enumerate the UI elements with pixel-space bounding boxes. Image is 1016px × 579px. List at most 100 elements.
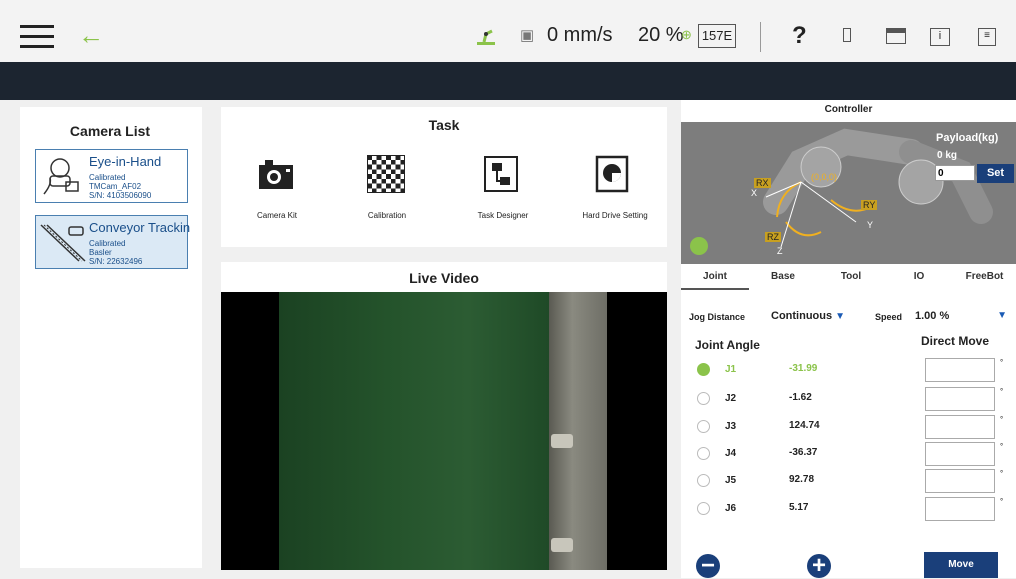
joint-row-j1: J1 -31.99 ° — [697, 358, 1007, 382]
speed-label: Speed — [875, 312, 903, 322]
task-task-designer[interactable]: Task Designer — [478, 155, 528, 220]
camera-model: TMCam_AF02 — [89, 182, 142, 191]
set-button[interactable]: Set — [977, 164, 1014, 183]
project-code-badge[interactable]: 157E — [698, 24, 736, 48]
payload-input[interactable] — [935, 165, 975, 181]
joint-row-j2: J2 -1.62 ° — [697, 387, 1007, 411]
rz-label: RZ — [765, 232, 781, 242]
task-calibration[interactable]: Calibration — [366, 154, 406, 220]
joint-name: J3 — [725, 421, 737, 432]
dropdown-arrow-icon: ▼ — [997, 310, 1007, 321]
live-video-title: Live Video — [409, 270, 479, 286]
notes-icon[interactable]: ≡ — [978, 28, 996, 46]
speed-dropdown[interactable]: 1.00 % ▼ — [915, 307, 1007, 325]
camera-model: Basler — [89, 248, 112, 257]
flowchart-icon — [484, 156, 518, 192]
joint-radio[interactable] — [697, 420, 710, 433]
degree-symbol: ° — [1000, 497, 1004, 506]
task-panel: Task Camera Kit Calibration Task Designe… — [221, 107, 667, 247]
hard-drive-icon — [595, 155, 629, 193]
joint-radio[interactable] — [697, 363, 710, 376]
tab-io[interactable]: IO — [885, 264, 953, 290]
camera-card-eye-in-hand[interactable]: Eye-in-Hand Calibrated TMCam_AF02 S/N: 4… — [35, 149, 188, 203]
degree-symbol: ° — [1000, 387, 1004, 396]
degree-symbol: ° — [1000, 415, 1004, 424]
robot-visualization[interactable]: RX RY RZ X Y Z (0,0,0) Payload(kg) 0 kg … — [681, 122, 1016, 264]
joint-radio[interactable] — [697, 392, 710, 405]
joint-value: 5.17 — [789, 502, 809, 513]
top-toolbar: ← ▣ 0 mm/s 20 % ⊕ 157E ? i ≡ — [0, 0, 1016, 62]
robot-arm-icon[interactable] — [474, 27, 498, 47]
direct-move-input[interactable] — [925, 358, 995, 382]
task-label: Task Designer — [477, 211, 529, 220]
joint-name: J2 — [725, 393, 737, 404]
rx-label: RX — [754, 178, 771, 188]
info-icon[interactable]: i — [930, 28, 950, 46]
speed-value: 1.00 % — [915, 310, 950, 322]
speed-percent[interactable]: 20 % — [638, 24, 684, 47]
camera-list-title: Camera List — [69, 123, 151, 139]
dropdown-arrow-icon: ▼ — [835, 311, 846, 322]
direct-move-input[interactable] — [925, 442, 995, 466]
task-camera-kit[interactable]: Camera Kit — [257, 155, 297, 220]
y-label: Y — [867, 220, 874, 230]
joint-radio[interactable] — [697, 502, 710, 515]
x-label: X — [751, 188, 758, 198]
jog-distance-label: Jog Distance — [689, 312, 746, 322]
jog-distance-dropdown[interactable]: Continuous ▼ — [771, 307, 845, 325]
joint-name: J6 — [725, 503, 737, 514]
conveyor-rail — [549, 292, 607, 570]
tab-base[interactable]: Base — [749, 264, 817, 290]
divider — [760, 22, 761, 52]
direct-move-input[interactable] — [925, 497, 995, 521]
camera-icon — [259, 160, 293, 189]
camera-card-conveyor[interactable]: Conveyor Trackin Calibrated Basler S/N: … — [35, 215, 190, 269]
joint-radio[interactable] — [697, 447, 710, 460]
z-label: Z — [777, 246, 783, 256]
battery-icon[interactable] — [843, 28, 851, 42]
speed-readout: 0 mm/s — [547, 24, 613, 46]
joint-angle-label: Joint Angle — [695, 338, 760, 352]
live-video-panel: Live Video — [221, 262, 667, 570]
jog-plus-button[interactable]: + — [807, 554, 831, 578]
joint-radio[interactable] — [697, 474, 710, 487]
payload-value: 0 kg — [937, 150, 958, 161]
title-bar — [0, 62, 1016, 100]
camera-name: Eye-in-Hand — [89, 154, 162, 169]
tab-tool[interactable]: Tool — [817, 264, 885, 290]
conveyor-camera-icon — [40, 224, 86, 262]
controller-tabs: Joint Base Tool IO FreeBot — [681, 264, 1016, 290]
back-arrow-icon[interactable]: ← — [78, 22, 104, 48]
direct-move-input[interactable] — [925, 387, 995, 411]
jog-minus-button[interactable]: − — [696, 554, 720, 578]
move-button[interactable]: Move — [924, 552, 998, 578]
menu-icon[interactable] — [20, 25, 54, 49]
camera-status: Calibrated — [89, 239, 126, 248]
direct-move-input[interactable] — [925, 415, 995, 439]
origin-label: (0,0,0) — [811, 172, 838, 182]
joint-value: -36.37 — [789, 447, 818, 458]
freedrive-icon[interactable] — [690, 237, 708, 255]
joint-name: J5 — [725, 475, 737, 486]
joint-row-j3: J3 124.74 ° — [697, 415, 1007, 439]
camera-status: Calibrated — [89, 173, 126, 182]
help-icon[interactable]: ? — [792, 22, 807, 50]
window-icon[interactable] — [886, 28, 906, 44]
robot-camera-icon — [43, 158, 79, 195]
tab-joint[interactable]: Joint — [681, 264, 749, 290]
joint-value: 124.74 — [789, 420, 820, 431]
direct-move-label: Direct Move — [921, 334, 990, 348]
task-label: Camera Kit — [256, 211, 297, 220]
task-label: Calibration — [367, 211, 407, 220]
live-video-feed[interactable] — [221, 292, 667, 570]
joint-row-j4: J4 -36.37 ° — [697, 442, 1007, 466]
conveyor-belt — [279, 292, 549, 570]
controller-panel: Controller RX RY RZ X Y Z (0,0,0) Payloa… — [681, 100, 1016, 578]
controller-title: Controller — [824, 104, 873, 115]
joint-row-j6: J6 5.17 ° — [697, 497, 1007, 521]
task-hard-drive-setting[interactable]: Hard Drive Setting — [582, 155, 648, 220]
joint-value: 92.78 — [789, 474, 815, 485]
tab-freebot[interactable]: FreeBot — [953, 264, 1016, 290]
direct-move-input[interactable] — [925, 469, 995, 493]
task-label: Hard Drive Setting — [582, 211, 648, 220]
